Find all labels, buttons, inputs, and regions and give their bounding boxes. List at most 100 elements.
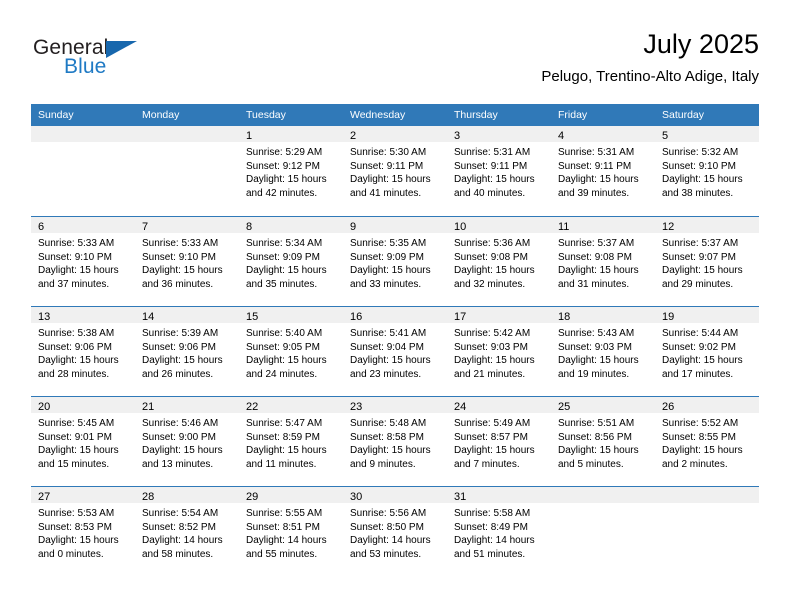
day-cell[interactable]: 19 Sunrise: 5:44 AM Sunset: 9:02 PM Dayligh… <box>655 307 759 396</box>
day-cell[interactable]: 29 Sunrise: 5:55 AM Sunset: 8:51 PM Dayligh… <box>239 487 343 576</box>
calendar-week-row: 20 Sunrise: 5:45 AM Sunset: 9:01 PM Dayligh… <box>31 396 759 486</box>
day-cell[interactable]: 20 Sunrise: 5:45 AM Sunset: 9:01 PM Dayligh… <box>31 397 135 486</box>
daylight-text: Daylight: 15 hours <box>246 265 327 277</box>
daylight-text-cont: and 58 minutes. <box>142 548 214 560</box>
day-number-band: 31 <box>447 487 551 503</box>
daylight-text: Daylight: 14 hours <box>142 535 223 547</box>
daylight-text: Daylight: 15 hours <box>454 445 535 457</box>
day-number-band: 14 <box>135 307 239 323</box>
daylight-text-cont: and 38 minutes. <box>662 187 734 199</box>
day-cell[interactable]: 27 Sunrise: 5:53 AM Sunset: 8:53 PM Dayligh… <box>31 487 135 576</box>
sunrise-text: Sunrise: 5:53 AM <box>38 508 115 519</box>
day-details <box>551 503 655 507</box>
daylight-text-cont: and 9 minutes. <box>350 458 416 470</box>
day-cell[interactable]: 26 Sunrise: 5:52 AM Sunset: 8:55 PM Dayligh… <box>655 397 759 486</box>
calendar-week-row: 1 Sunrise: 5:29 AM Sunset: 9:12 PM Daylight… <box>31 126 759 216</box>
day-cell[interactable]: 24 Sunrise: 5:49 AM Sunset: 8:57 PM Dayligh… <box>447 397 551 486</box>
location-subtitle: Pelugo, Trentino-Alto Adige, Italy <box>541 68 759 85</box>
sunrise-text: Sunrise: 5:29 AM <box>246 147 323 158</box>
day-cell[interactable]: 7 Sunrise: 5:33 AM Sunset: 9:10 PM Daylight… <box>135 217 239 306</box>
day-cell[interactable]: 21 Sunrise: 5:46 AM Sunset: 9:00 PM Dayligh… <box>135 397 239 486</box>
day-number-band: 26 <box>655 397 759 413</box>
day-number-band: 3 <box>447 126 551 142</box>
day-cell[interactable]: 9 Sunrise: 5:35 AM Sunset: 9:09 PM Daylight… <box>343 217 447 306</box>
day-cell[interactable]: 3 Sunrise: 5:31 AM Sunset: 9:11 PM Daylight… <box>447 126 551 216</box>
day-cell[interactable]: 17 Sunrise: 5:42 AM Sunset: 9:03 PM Dayligh… <box>447 307 551 396</box>
day-cell[interactable]: 5 Sunrise: 5:32 AM Sunset: 9:10 PM Daylight… <box>655 126 759 216</box>
sunset-text: Sunset: 9:02 PM <box>662 341 736 353</box>
weekday-header-row: Sunday Monday Tuesday Wednesday Thursday Frid… <box>31 104 759 126</box>
day-details: Sunrise: 5:31 AM Sunset: 9:11 PM Daylight:… <box>551 142 655 200</box>
day-number-band: 5 <box>655 126 759 142</box>
day-details: Sunrise: 5:32 AM Sunset: 9:10 PM Daylight:… <box>655 142 759 200</box>
day-cell[interactable]: 28 Sunrise: 5:54 AM Sunset: 8:52 PM Dayligh… <box>135 487 239 576</box>
day-number-band: 17 <box>447 307 551 323</box>
day-number-band: 10 <box>447 217 551 233</box>
day-cell-empty <box>655 487 759 576</box>
day-cell[interactable]: 6 Sunrise: 5:33 AM Sunset: 9:10 PM Daylight… <box>31 217 135 306</box>
daylight-text: Daylight: 15 hours <box>38 265 119 277</box>
sunset-text: Sunset: 9:06 PM <box>38 341 112 353</box>
sunrise-text: Sunrise: 5:43 AM <box>558 328 635 339</box>
day-number-band <box>655 487 759 503</box>
sunset-text: Sunset: 9:01 PM <box>38 431 112 443</box>
sunset-text: Sunset: 8:57 PM <box>454 431 528 443</box>
sunrise-text: Sunrise: 5:33 AM <box>142 238 219 249</box>
day-cell[interactable]: 2 Sunrise: 5:30 AM Sunset: 9:11 PM Daylight… <box>343 126 447 216</box>
day-details: Sunrise: 5:34 AM Sunset: 9:09 PM Daylight:… <box>239 233 343 291</box>
calendar-page: General Blue July 2025 Pelugo, Trentino-… <box>0 0 792 612</box>
day-cell[interactable]: 15 Sunrise: 5:40 AM Sunset: 9:05 PM Dayligh… <box>239 307 343 396</box>
day-cell[interactable]: 10 Sunrise: 5:36 AM Sunset: 9:08 PM Dayligh… <box>447 217 551 306</box>
day-number: 16 <box>350 311 363 323</box>
daylight-text-cont: and 51 minutes. <box>454 548 526 560</box>
day-details: Sunrise: 5:36 AM Sunset: 9:08 PM Daylight:… <box>447 233 551 291</box>
sunrise-text: Sunrise: 5:31 AM <box>454 147 531 158</box>
day-cell[interactable]: 12 Sunrise: 5:37 AM Sunset: 9:07 PM Dayligh… <box>655 217 759 306</box>
brand-logo[interactable]: General Blue <box>33 36 173 84</box>
sunset-text: Sunset: 9:03 PM <box>454 341 528 353</box>
daylight-text-cont: and 2 minutes. <box>662 458 728 470</box>
day-number-band: 25 <box>551 397 655 413</box>
day-number: 13 <box>38 311 51 323</box>
daylight-text: Daylight: 15 hours <box>246 174 327 186</box>
day-number: 17 <box>454 311 467 323</box>
day-cell[interactable]: 14 Sunrise: 5:39 AM Sunset: 9:06 PM Dayligh… <box>135 307 239 396</box>
daylight-text: Daylight: 15 hours <box>662 265 743 277</box>
daylight-text: Daylight: 15 hours <box>350 265 431 277</box>
triangle-icon <box>106 41 137 58</box>
day-cell[interactable]: 22 Sunrise: 5:47 AM Sunset: 8:59 PM Dayligh… <box>239 397 343 486</box>
daylight-text: Daylight: 15 hours <box>38 535 119 547</box>
daylight-text: Daylight: 15 hours <box>454 174 535 186</box>
day-cell[interactable]: 16 Sunrise: 5:41 AM Sunset: 9:04 PM Dayligh… <box>343 307 447 396</box>
day-number: 9 <box>350 221 357 233</box>
daylight-text: Daylight: 15 hours <box>38 355 119 367</box>
daylight-text: Daylight: 14 hours <box>454 535 535 547</box>
sunset-text: Sunset: 8:56 PM <box>558 431 632 443</box>
day-number: 26 <box>662 401 675 413</box>
daylight-text: Daylight: 15 hours <box>558 265 639 277</box>
page-title: July 2025 <box>643 29 759 59</box>
day-cell[interactable]: 31 Sunrise: 5:58 AM Sunset: 8:49 PM Dayligh… <box>447 487 551 576</box>
daylight-text-cont: and 15 minutes. <box>38 458 110 470</box>
day-cell[interactable]: 30 Sunrise: 5:56 AM Sunset: 8:50 PM Dayligh… <box>343 487 447 576</box>
daylight-text: Daylight: 15 hours <box>246 355 327 367</box>
day-cell[interactable]: 4 Sunrise: 5:31 AM Sunset: 9:11 PM Daylight… <box>551 126 655 216</box>
day-cell[interactable]: 11 Sunrise: 5:37 AM Sunset: 9:08 PM Dayligh… <box>551 217 655 306</box>
day-number: 1 <box>246 130 253 142</box>
sunrise-text: Sunrise: 5:46 AM <box>142 418 219 429</box>
day-number-band: 8 <box>239 217 343 233</box>
daylight-text: Daylight: 15 hours <box>350 445 431 457</box>
day-number: 19 <box>662 311 675 323</box>
day-number-band: 15 <box>239 307 343 323</box>
day-details: Sunrise: 5:48 AM Sunset: 8:58 PM Daylight:… <box>343 413 447 471</box>
day-number-band <box>551 487 655 503</box>
day-cell[interactable]: 1 Sunrise: 5:29 AM Sunset: 9:12 PM Daylight… <box>239 126 343 216</box>
day-cell[interactable]: 13 Sunrise: 5:38 AM Sunset: 9:06 PM Dayligh… <box>31 307 135 396</box>
day-cell[interactable]: 23 Sunrise: 5:48 AM Sunset: 8:58 PM Dayligh… <box>343 397 447 486</box>
day-cell[interactable]: 25 Sunrise: 5:51 AM Sunset: 8:56 PM Dayligh… <box>551 397 655 486</box>
day-cell[interactable]: 8 Sunrise: 5:34 AM Sunset: 9:09 PM Daylight… <box>239 217 343 306</box>
day-cell-empty <box>31 126 135 216</box>
day-number-band: 22 <box>239 397 343 413</box>
day-number-band: 18 <box>551 307 655 323</box>
day-cell[interactable]: 18 Sunrise: 5:43 AM Sunset: 9:03 PM Dayligh… <box>551 307 655 396</box>
